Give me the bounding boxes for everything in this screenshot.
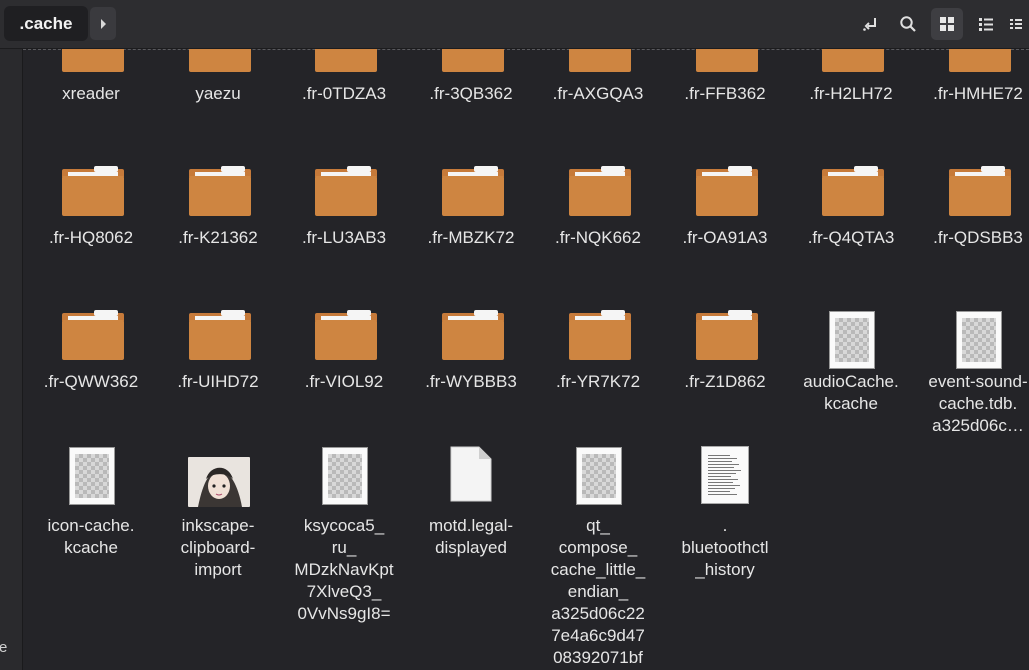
file-name: .fr-HMHE72	[933, 84, 1023, 103]
image-preview-icon	[188, 457, 250, 507]
image-thumbnail-icon	[829, 311, 875, 369]
grid-view-button[interactable]	[931, 8, 963, 40]
file-name: .fr-QWW362	[43, 372, 139, 391]
file-name: .fr-OA91A3	[682, 228, 768, 247]
header-bar: .cache	[0, 0, 1029, 49]
file-name: .fr-VIOL92	[304, 372, 384, 391]
file-name: audioCache. kcache	[803, 372, 899, 413]
file-name: .fr-HQ8062	[48, 228, 134, 247]
breadcrumb-next-button[interactable]	[90, 7, 116, 40]
file-name: .fr-AXGQA3	[552, 84, 644, 103]
file-name: xreader	[62, 84, 120, 103]
file-name: .fr-Z1D862	[684, 372, 766, 391]
file-grid: xreader yaezu .fr-0TDZA3 .fr-3QB362 .fr-…	[23, 49, 1029, 670]
menu-icon	[1010, 19, 1022, 29]
path-jump-icon	[863, 18, 876, 31]
grid-view-icon	[940, 17, 954, 31]
path-jump-button[interactable]	[855, 8, 887, 40]
file-name: .fr-Q4QTA3	[807, 228, 895, 247]
list-view-icon	[979, 18, 993, 31]
image-thumbnail-icon	[322, 447, 368, 505]
file-name: .fr-3QB362	[429, 84, 513, 103]
file-name: .fr-WYBBB3	[425, 372, 517, 391]
file-name: .fr-UIHD72	[177, 372, 259, 391]
search-icon	[900, 16, 916, 32]
image-thumbnail-icon	[69, 447, 115, 505]
file-name: .fr-MBZK72	[427, 228, 515, 247]
file-name: event-sound- cache.tdb. a325d06c…	[928, 372, 1028, 435]
file-name: .fr-YR7K72	[555, 372, 641, 391]
file-name: .fr-NQK662	[555, 228, 641, 247]
file-name: yaezu	[195, 84, 241, 103]
file-name: ksycoca5_ ru_ MDzkNavKpt 7XlveQ3_ 0VvNs9…	[294, 516, 394, 623]
file-name: . bluetoothctl _history	[681, 516, 769, 579]
search-button[interactable]	[892, 8, 924, 40]
file-name: .fr-H2LH72	[809, 84, 893, 103]
file-name: .fr-QDSBB3	[933, 228, 1023, 247]
breadcrumb-current[interactable]: .cache	[4, 6, 88, 41]
file-name: inkscape- clipboard- import	[180, 516, 256, 579]
file-name: qt_ compose_ cache_little_ endian_ a325d…	[550, 516, 646, 667]
list-view-button[interactable]	[970, 8, 1002, 40]
file-name: .fr-LU3AB3	[301, 228, 387, 247]
text-file-icon	[450, 446, 492, 502]
chevron-right-icon	[101, 18, 106, 29]
sidebar-item-fragment[interactable]: e	[0, 639, 7, 656]
file-name: .fr-0TDZA3	[301, 84, 387, 103]
menu-button[interactable]	[1008, 8, 1029, 40]
file-name: .fr-K21362	[178, 228, 258, 247]
image-thumbnail-icon	[956, 311, 1002, 369]
file-name: motd.legal- displayed	[428, 516, 514, 557]
image-thumbnail-icon	[576, 447, 622, 505]
file-name: icon-cache. kcache	[47, 516, 135, 557]
document-preview-icon	[701, 446, 749, 504]
file-name: .fr-FFB362	[684, 84, 766, 103]
sidebar: e	[0, 49, 23, 670]
